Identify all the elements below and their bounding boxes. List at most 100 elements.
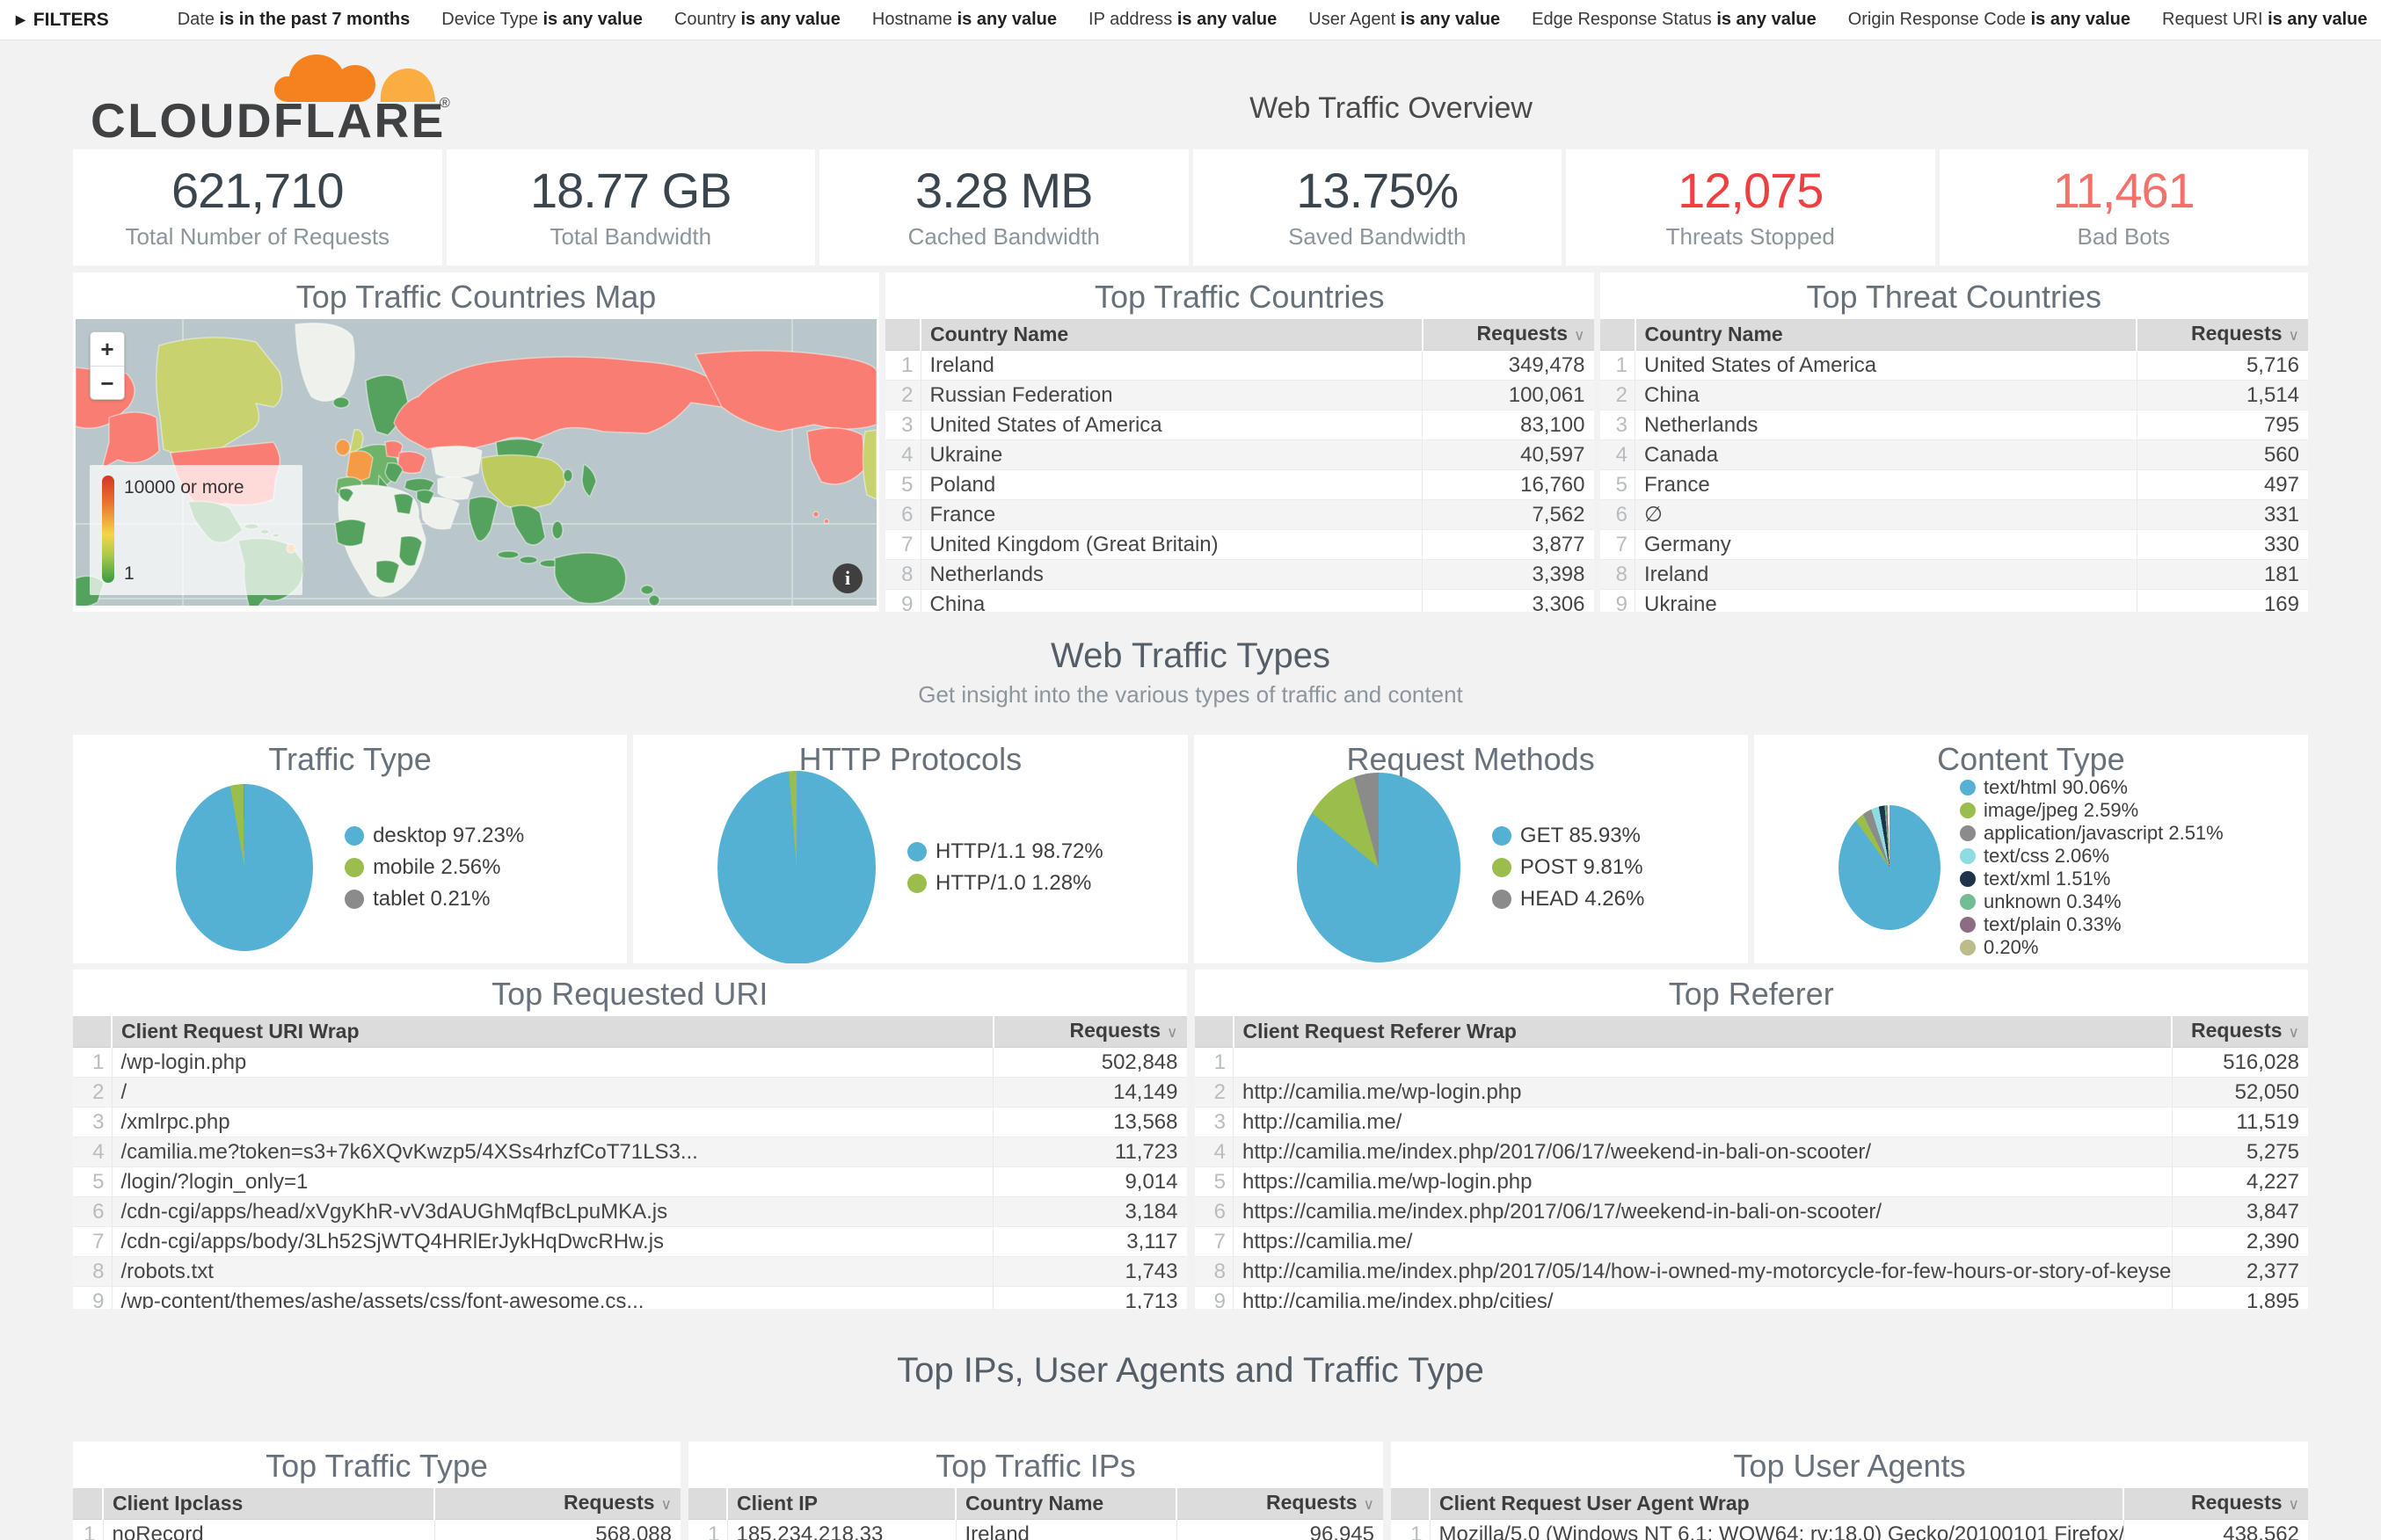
cell[interactable]: Ireland: [1635, 560, 2137, 590]
cell[interactable]: 438,562: [2123, 1520, 2308, 1540]
cell[interactable]: 40,597: [1423, 440, 1594, 470]
http-protocols-pie-chart[interactable]: [717, 771, 876, 963]
cell[interactable]: 349,478: [1423, 351, 1594, 381]
row-index[interactable]: 6: [73, 1197, 112, 1227]
filter-item[interactable]: Country is any value: [674, 10, 841, 30]
table-row[interactable]: 4/camilia.me?token=s3+7k6XQvKwzp5/4XSs4r…: [73, 1137, 1187, 1167]
cell[interactable]: 11,723: [994, 1137, 1187, 1167]
table-row[interactable]: 9/wp-content/themes/ashe/assets/css/font…: [73, 1287, 1187, 1310]
cell[interactable]: 4,227: [2172, 1167, 2308, 1197]
table-row[interactable]: 1/wp-login.php502,848: [73, 1048, 1187, 1078]
uri-header[interactable]: Client Request URI Wrap: [112, 1016, 994, 1048]
requests-header[interactable]: Requests∨: [2172, 1016, 2308, 1048]
table-row[interactable]: 8http://camilia.me/index.php/2017/05/14/…: [1195, 1257, 2309, 1287]
request-methods-pie-chart[interactable]: [1297, 773, 1460, 962]
cell[interactable]: 3,117: [994, 1227, 1187, 1257]
cell[interactable]: Canada: [1635, 440, 2137, 470]
cell[interactable]: 13,568: [994, 1108, 1187, 1137]
country-name-header[interactable]: Country Name: [921, 319, 1423, 351]
cell[interactable]: 7,562: [1423, 500, 1594, 530]
table-row[interactable]: 2/14,149: [73, 1078, 1187, 1108]
cell[interactable]: 14,149: [994, 1078, 1187, 1108]
cell[interactable]: /xmlrpc.php: [112, 1108, 994, 1137]
row-index[interactable]: 5: [1600, 470, 1635, 500]
row-index[interactable]: 3: [1195, 1108, 1234, 1137]
table-row[interactable]: 6France7,562: [885, 500, 1594, 530]
cell[interactable]: /camilia.me?token=s3+7k6XQvKwzp5/4XSs4rh…: [112, 1137, 994, 1167]
row-index[interactable]: 1: [1391, 1520, 1430, 1540]
cell[interactable]: Ukraine: [921, 440, 1423, 470]
row-index[interactable]: 5: [885, 470, 921, 500]
table-row[interactable]: 1516,028: [1195, 1048, 2309, 1078]
filter-item[interactable]: Request URI is any value: [2162, 10, 2367, 30]
cell[interactable]: Mozilla/5.0 (Windows NT 6.1; WOW64; rv:1…: [1430, 1520, 2123, 1540]
cell[interactable]: Netherlands: [1635, 410, 2137, 440]
row-index[interactable]: 1: [688, 1520, 727, 1540]
cell[interactable]: 516,028: [2172, 1048, 2308, 1078]
cell[interactable]: France: [921, 500, 1423, 530]
filter-item[interactable]: Hostname is any value: [872, 10, 1057, 30]
zoom-out-button[interactable]: −: [91, 366, 124, 399]
row-index[interactable]: 9: [885, 590, 921, 613]
cell[interactable]: http://camilia.me/wp-login.php: [1234, 1078, 2173, 1108]
requests-header[interactable]: Requests∨: [1423, 319, 1594, 351]
table-row[interactable]: 8Netherlands3,398: [885, 560, 1594, 590]
table-row[interactable]: 3/xmlrpc.php13,568: [73, 1108, 1187, 1137]
table-row[interactable]: 7Germany330: [1600, 530, 2309, 560]
cell[interactable]: Ireland: [956, 1520, 1176, 1540]
table-row[interactable]: 5Poland16,760: [885, 470, 1594, 500]
client-ip-header[interactable]: Client IP: [727, 1488, 956, 1520]
country-name-header[interactable]: Country Name: [1635, 319, 2137, 351]
cell[interactable]: United States of America: [1635, 351, 2137, 381]
row-index[interactable]: 4: [1195, 1137, 1234, 1167]
cell[interactable]: [1234, 1048, 2173, 1078]
row-index[interactable]: 2: [885, 381, 921, 410]
table-row[interactable]: 2http://camilia.me/wp-login.php52,050: [1195, 1078, 2309, 1108]
world-map[interactable]: + − 10000 or more 1 i: [76, 319, 877, 606]
cell[interactable]: Netherlands: [921, 560, 1423, 590]
row-index[interactable]: 1: [1600, 351, 1635, 381]
filter-item[interactable]: IP address is any value: [1089, 10, 1277, 30]
cell[interactable]: Poland: [921, 470, 1423, 500]
cell[interactable]: 11,519: [2172, 1108, 2308, 1137]
cell[interactable]: 96,945: [1176, 1520, 1383, 1540]
cell[interactable]: 5,275: [2172, 1137, 2308, 1167]
cell[interactable]: 3,184: [994, 1197, 1187, 1227]
table-row[interactable]: 7/cdn-cgi/apps/body/3Lh52SjWTQ4HRlErJykH…: [73, 1227, 1187, 1257]
cell[interactable]: China: [1635, 381, 2137, 410]
zoom-in-button[interactable]: +: [91, 332, 124, 366]
cell[interactable]: 3,398: [1423, 560, 1594, 590]
table-row[interactable]: 3United States of America83,100: [885, 410, 1594, 440]
row-index[interactable]: 9: [1195, 1287, 1234, 1310]
table-row[interactable]: 5/login/?login_only=19,014: [73, 1167, 1187, 1197]
cell[interactable]: /: [112, 1078, 994, 1108]
cell[interactable]: Germany: [1635, 530, 2137, 560]
row-index[interactable]: 2: [73, 1078, 112, 1108]
row-index[interactable]: 8: [1195, 1257, 1234, 1287]
cell[interactable]: 83,100: [1423, 410, 1594, 440]
cell[interactable]: 568,088: [434, 1520, 681, 1540]
row-index[interactable]: 5: [73, 1167, 112, 1197]
cell[interactable]: /cdn-cgi/apps/body/3Lh52SjWTQ4HRlErJykHq…: [112, 1227, 994, 1257]
row-index[interactable]: 1: [73, 1048, 112, 1078]
row-index[interactable]: 6: [885, 500, 921, 530]
row-index[interactable]: 1: [73, 1520, 103, 1540]
table-row[interactable]: 8Ireland181: [1600, 560, 2309, 590]
cell[interactable]: Ukraine: [1635, 590, 2137, 613]
row-index[interactable]: 6: [1600, 500, 1635, 530]
traffic-type-pie-chart[interactable]: [176, 784, 313, 951]
row-index[interactable]: 7: [73, 1227, 112, 1257]
cell[interactable]: 502,848: [994, 1048, 1187, 1078]
row-index[interactable]: 7: [885, 530, 921, 560]
table-row[interactable]: 6/cdn-cgi/apps/head/xVgyKhR-vV3dAUGhMqfB…: [73, 1197, 1187, 1227]
cell[interactable]: United States of America: [921, 410, 1423, 440]
table-row[interactable]: 7https://camilia.me/2,390: [1195, 1227, 2309, 1257]
row-index[interactable]: 6: [1195, 1197, 1234, 1227]
cell[interactable]: 3,847: [2172, 1197, 2308, 1227]
row-index[interactable]: 4: [1600, 440, 1635, 470]
info-icon[interactable]: i: [833, 563, 863, 593]
requests-header[interactable]: Requests∨: [434, 1488, 681, 1520]
table-row[interactable]: 6∅331: [1600, 500, 2309, 530]
requests-header[interactable]: Requests∨: [2137, 319, 2308, 351]
filter-item[interactable]: Origin Response Code is any value: [1848, 10, 2130, 30]
